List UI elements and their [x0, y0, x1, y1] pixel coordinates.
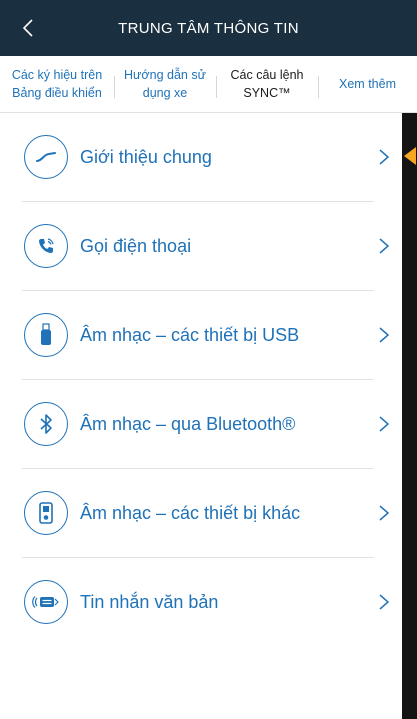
list-item-label: Gọi điện thoại	[80, 235, 192, 256]
list-item-usb-music[interactable]: Âm nhạc – các thiết bị USB	[0, 291, 402, 379]
list-item-label: Giới thiệu chung	[80, 146, 212, 167]
sync-swoosh-icon	[24, 135, 68, 179]
phone-icon	[24, 224, 68, 268]
tab-sync-commands[interactable]: Các câu lệnh SYNC™	[216, 56, 318, 112]
scroll-track[interactable]	[402, 113, 417, 719]
text-message-icon	[24, 580, 68, 624]
chevron-right-icon	[379, 238, 390, 254]
tab-dashboard-symbols[interactable]: Các ký hiệu trên Bảng điều khiển	[0, 56, 114, 112]
app-screen: TRUNG TÂM THÔNG TIN Các ký hiệu trên Bản…	[0, 0, 417, 719]
media-player-icon	[24, 491, 68, 535]
page-title: TRUNG TÂM THÔNG TIN	[118, 19, 299, 37]
list-item-other-devices-music[interactable]: Âm nhạc – các thiết bị khác	[0, 469, 402, 557]
chevron-right-icon	[379, 505, 390, 521]
list-item-label: Âm nhạc – qua Bluetooth®	[80, 413, 296, 434]
tab-bar: Các ký hiệu trên Bảng điều khiển Hướng d…	[0, 56, 417, 113]
usb-icon	[24, 313, 68, 357]
list-item-introduction[interactable]: Giới thiệu chung	[0, 113, 402, 201]
chevron-left-icon	[22, 19, 33, 37]
chevron-right-icon	[379, 594, 390, 610]
chevron-right-icon	[379, 149, 390, 165]
chevron-right-icon	[379, 416, 390, 432]
scroll-position-marker	[404, 147, 416, 165]
chevron-right-icon	[379, 327, 390, 343]
back-button[interactable]	[14, 14, 42, 42]
list-item-phone[interactable]: Gọi điện thoại	[0, 202, 402, 290]
list-item-label: Âm nhạc – các thiết bị khác	[80, 502, 301, 523]
list-item-text-messages[interactable]: Tin nhắn văn bản	[0, 558, 402, 646]
bluetooth-icon	[24, 402, 68, 446]
tab-vehicle-guide[interactable]: Hướng dẫn sử dụng xe	[114, 56, 216, 112]
list-item-label: Tin nhắn văn bản	[80, 591, 219, 612]
command-list: Giới thiệu chung Gọi điện thoại Âm nhạc …	[0, 113, 402, 719]
header-bar: TRUNG TÂM THÔNG TIN	[0, 0, 417, 56]
tab-more[interactable]: Xem thêm	[318, 56, 417, 112]
list-item-label: Âm nhạc – các thiết bị USB	[80, 324, 300, 345]
list-item-bluetooth-music[interactable]: Âm nhạc – qua Bluetooth®	[0, 380, 402, 468]
